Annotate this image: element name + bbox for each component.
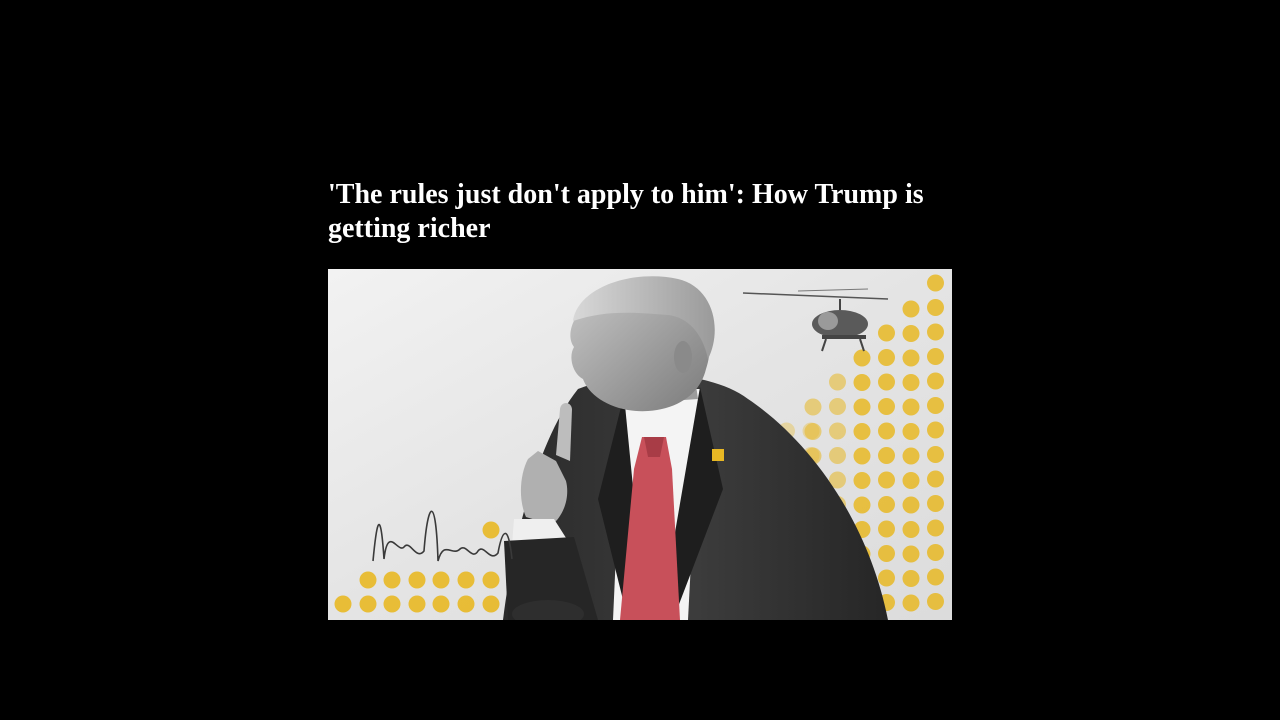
- yellow-dot: [432, 571, 450, 589]
- yellow-dot: [902, 300, 920, 318]
- yellow-dot: [432, 595, 450, 613]
- yellow-dot: [878, 545, 895, 562]
- yellow-dot: [853, 472, 871, 489]
- yellow-dot: [902, 594, 920, 612]
- yellow-dot: [902, 545, 920, 563]
- yellow-dot: [853, 349, 871, 367]
- yellow-dot: [927, 323, 944, 341]
- page: 'The rules just don't apply to him': How…: [0, 0, 1280, 720]
- yellow-dot: [829, 422, 846, 440]
- yellow-dot: [927, 544, 944, 561]
- yellow-dot: [927, 348, 944, 365]
- yellow-dot: [878, 373, 895, 391]
- yellow-dot: [878, 520, 895, 538]
- yellow-dot: [927, 372, 944, 390]
- yellow-dot: [853, 447, 871, 465]
- yellow-dot: [359, 595, 377, 613]
- yellow-dot: [902, 570, 920, 587]
- yellow-dot: [383, 595, 401, 613]
- yellow-dot: [853, 398, 871, 416]
- yellow-dot: [902, 447, 920, 465]
- yellow-dot: [927, 519, 944, 537]
- yellow-dot: [902, 496, 920, 514]
- yellow-dot: [853, 374, 871, 391]
- yellow-dot: [927, 495, 944, 512]
- yellow-dot: [927, 568, 944, 586]
- yellow-dot: [878, 324, 895, 342]
- yellow-dot: [482, 571, 500, 589]
- yellow-dot: [902, 521, 920, 538]
- yellow-dot: [927, 593, 944, 610]
- yellow-dot: [878, 349, 895, 366]
- yellow-dot: [829, 373, 846, 391]
- yellow-dot: [878, 422, 895, 440]
- yellow-dot: [902, 374, 920, 391]
- yellow-dot: [853, 496, 871, 514]
- yellow-dot: [878, 471, 895, 489]
- yellow-dot: [878, 569, 895, 587]
- yellow-dot: [927, 470, 944, 488]
- yellow-dot: [927, 274, 944, 292]
- yellow-dot: [927, 446, 944, 463]
- yellow-dot: [482, 595, 500, 613]
- yellow-dot: [829, 398, 846, 415]
- yellow-dot: [408, 595, 426, 613]
- yellow-dot: [359, 571, 377, 589]
- article-card[interactable]: 'The rules just don't apply to him': How…: [328, 178, 952, 620]
- yellow-dot: [902, 349, 920, 367]
- yellow-dot: [334, 595, 352, 613]
- yellow-dot: [878, 496, 895, 513]
- yellow-dot: [878, 447, 895, 464]
- yellow-dot: [927, 299, 944, 316]
- yellow-dot: [902, 325, 920, 342]
- yellow-dot: [927, 421, 944, 439]
- yellow-dot: [829, 447, 846, 464]
- hero-illustration: [328, 269, 952, 620]
- article-hero-image[interactable]: [328, 269, 952, 620]
- yellow-dot: [927, 397, 944, 414]
- yellow-dot: [482, 521, 500, 539]
- yellow-dot: [383, 571, 401, 589]
- yellow-dot: [804, 398, 822, 416]
- yellow-dot: [878, 398, 895, 415]
- article-headline[interactable]: 'The rules just don't apply to him': How…: [328, 178, 948, 246]
- yellow-dot: [902, 472, 920, 489]
- yellow-dot: [853, 423, 871, 440]
- yellow-dot: [457, 595, 475, 613]
- yellow-dot: [802, 422, 820, 440]
- yellow-dot: [457, 571, 475, 589]
- yellow-dot: [902, 398, 920, 416]
- yellow-dot: [408, 571, 426, 589]
- yellow-dot: [902, 423, 920, 440]
